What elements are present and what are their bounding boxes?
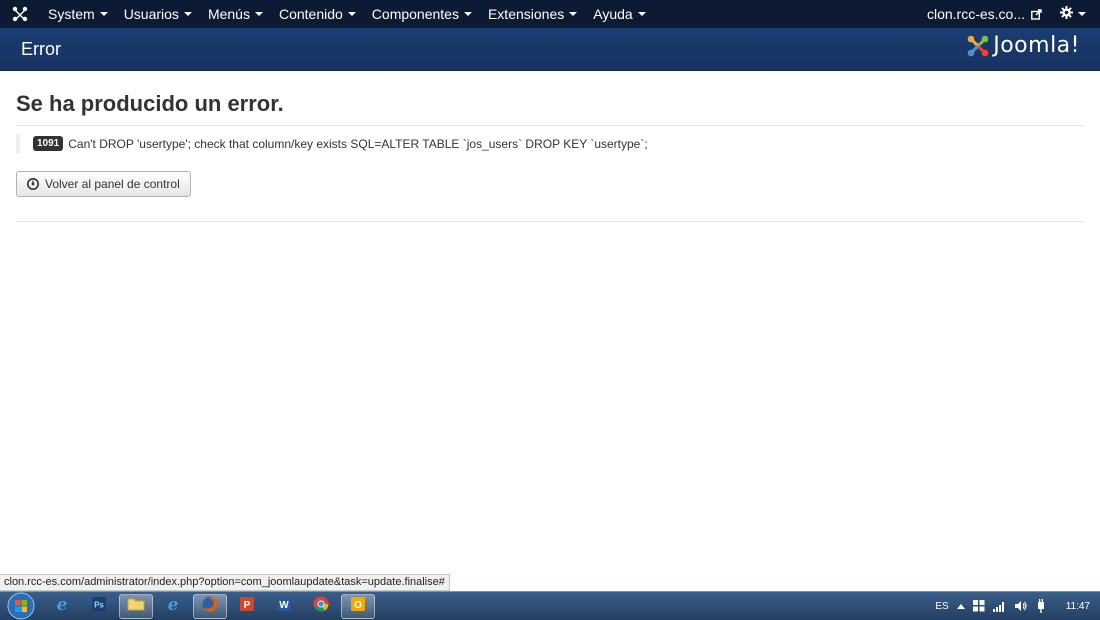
- menu-label: Extensiones: [487, 6, 565, 22]
- navbar-right: clon.rcc-es.co...: [917, 0, 1100, 28]
- volume-icon[interactable]: [1014, 600, 1028, 612]
- taskbar-clock[interactable]: 11:47: [1066, 601, 1090, 612]
- error-blockquote: 1091 Can't DROP 'usertype'; check that c…: [16, 134, 1084, 153]
- svg-text:e: e: [57, 595, 68, 613]
- word-icon: W: [276, 596, 292, 617]
- caret-down-icon: [183, 12, 192, 16]
- taskbar-word[interactable]: W: [267, 594, 301, 619]
- outlook-icon: O: [350, 596, 366, 617]
- power-plug-icon[interactable]: [1036, 599, 1046, 613]
- file-explorer-icon: [127, 596, 145, 617]
- caret-down-icon: [99, 12, 108, 16]
- menu-label: System: [48, 6, 95, 22]
- menu-system[interactable]: System: [40, 0, 116, 28]
- joomla-logo-icon: [967, 35, 989, 56]
- page-title: Error: [21, 39, 61, 59]
- svg-text:Ps: Ps: [94, 600, 104, 609]
- main-menu: System Usuarios Menús Contenido Componen…: [40, 0, 654, 28]
- error-heading: Se ha producido un error.: [16, 91, 1084, 126]
- svg-text:W: W: [279, 600, 289, 611]
- settings-dropdown[interactable]: [1052, 6, 1100, 22]
- language-indicator[interactable]: ES: [935, 601, 948, 612]
- chrome-icon: [312, 595, 330, 618]
- svg-text:O: O: [354, 600, 362, 611]
- show-hidden-icons-icon[interactable]: [956, 603, 965, 609]
- windows-start-icon: [7, 592, 35, 620]
- menu-contenido[interactable]: Contenido: [271, 0, 364, 28]
- menu-usuarios[interactable]: Usuarios: [116, 0, 200, 28]
- dashboard-icon: [27, 178, 39, 190]
- gear-icon: [1060, 6, 1073, 22]
- site-link-label: clon.rcc-es.co...: [926, 6, 1025, 22]
- menu-label: Componentes: [371, 6, 459, 22]
- network-signal-icon[interactable]: [992, 601, 1006, 612]
- menu-label: Ayuda: [593, 6, 633, 22]
- powerpoint-icon: P: [239, 596, 255, 617]
- taskbar-photoshop[interactable]: Ps: [82, 594, 116, 619]
- top-navbar: System Usuarios Menús Contenido Componen…: [0, 0, 1100, 28]
- firefox-icon: [201, 595, 219, 618]
- joomla-logo-text: Joomla!: [993, 33, 1080, 58]
- svg-text:e: e: [168, 595, 179, 613]
- page-header: Error Joomla!: [0, 28, 1100, 71]
- content-divider: [16, 221, 1084, 222]
- back-to-dashboard-button[interactable]: Volver al panel de control: [16, 171, 191, 197]
- internet-explorer-icon: e: [53, 595, 71, 618]
- external-link-icon: [1031, 8, 1042, 20]
- caret-down-icon: [463, 12, 472, 16]
- caret-down-icon: [569, 12, 578, 16]
- system-tray: ES 11:47: [927, 592, 1100, 620]
- windows-taskbar: e Ps e P W O ES 11:47: [0, 591, 1100, 620]
- status-bar-url: clon.rcc-es.com/administrator/index.php?…: [0, 574, 450, 591]
- taskbar-internet-explorer-2[interactable]: e: [156, 594, 190, 619]
- taskbar-internet-explorer[interactable]: e: [45, 594, 79, 619]
- error-code-badge: 1091: [33, 136, 64, 151]
- menu-menus[interactable]: Menús: [200, 0, 271, 28]
- menu-ayuda[interactable]: Ayuda: [585, 0, 653, 28]
- internet-explorer-icon: e: [164, 595, 182, 618]
- menu-label: Usuarios: [123, 6, 179, 22]
- taskbar-file-explorer[interactable]: [119, 593, 153, 619]
- menu-label: Menús: [207, 6, 250, 22]
- joomla-logo: Joomla!: [966, 33, 1080, 58]
- menu-extensiones[interactable]: Extensiones: [480, 0, 585, 28]
- start-button[interactable]: [0, 592, 42, 620]
- menu-componentes[interactable]: Componentes: [364, 0, 480, 28]
- taskbar-powerpoint[interactable]: P: [230, 594, 264, 619]
- back-button-label: Volver al panel de control: [45, 177, 180, 191]
- taskbar-firefox[interactable]: [193, 593, 227, 619]
- taskbar-outlook[interactable]: O: [341, 593, 375, 619]
- svg-text:P: P: [244, 600, 251, 611]
- caret-down-icon: [347, 12, 356, 16]
- taskbar-chrome[interactable]: [304, 594, 338, 619]
- caret-down-icon: [637, 12, 646, 16]
- photoshop-icon: Ps: [91, 596, 107, 617]
- site-link[interactable]: clon.rcc-es.co...: [917, 6, 1052, 22]
- error-message: Can't DROP 'usertype'; check that column…: [68, 136, 648, 151]
- menu-label: Contenido: [278, 6, 343, 22]
- main-content: Se ha producido un error. 1091 Can't DRO…: [16, 71, 1084, 222]
- action-center-icon[interactable]: [972, 600, 985, 612]
- joomla-brand-icon[interactable]: [0, 0, 40, 28]
- caret-down-icon: [254, 12, 263, 16]
- caret-down-icon: [1078, 12, 1086, 16]
